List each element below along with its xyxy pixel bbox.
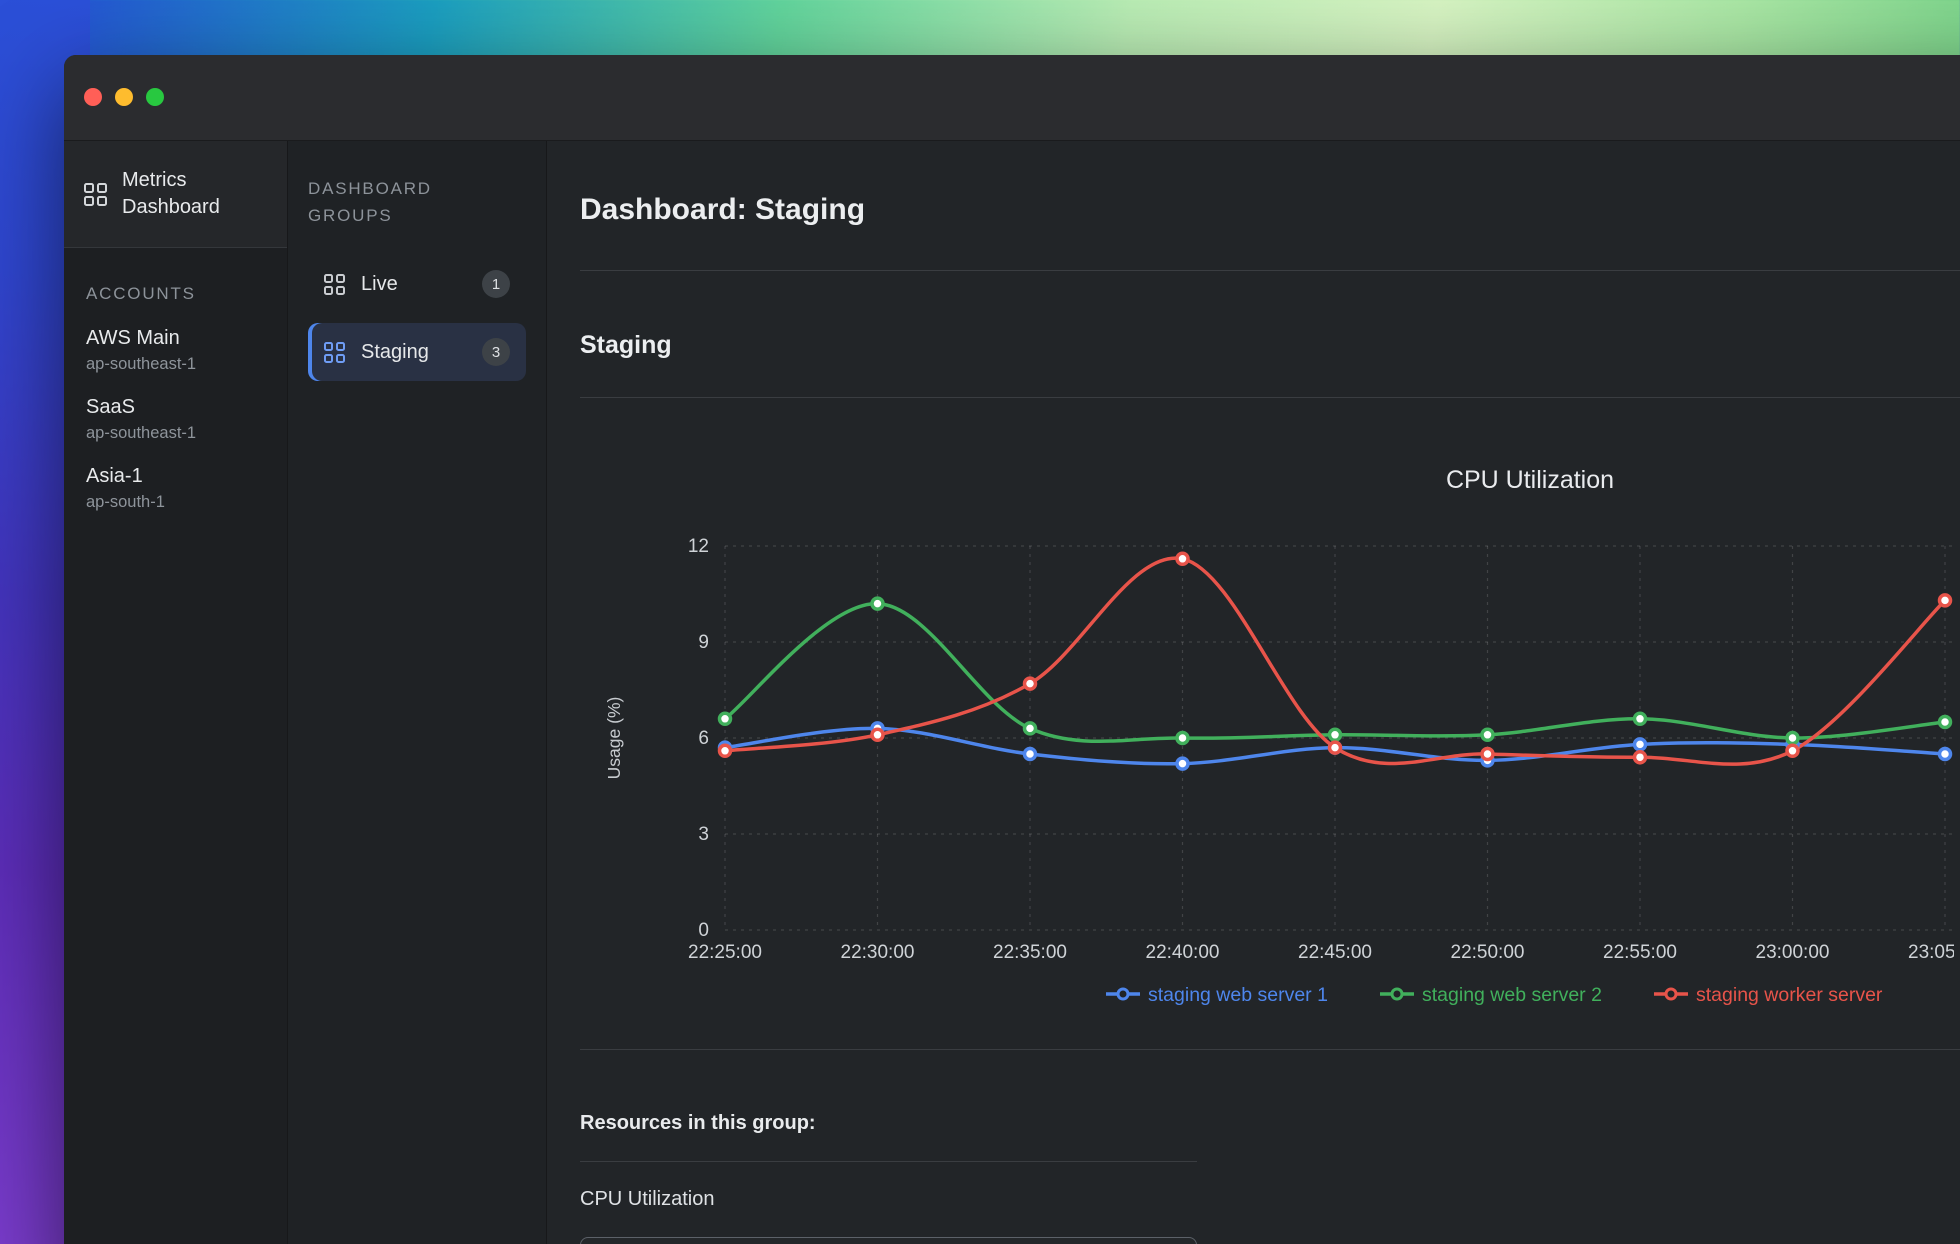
app-title: Metrics Dashboard [122, 167, 242, 221]
dashboard-grid-icon [84, 183, 107, 206]
svg-text:22:45:00: 22:45:00 [1298, 942, 1372, 963]
svg-text:9: 9 [698, 632, 709, 653]
divider [580, 270, 1960, 271]
group-label: Staging [361, 341, 429, 364]
data-point[interactable] [720, 745, 731, 756]
svg-text:Usage (%): Usage (%) [604, 697, 624, 780]
window-body: Metrics Dashboard ACCOUNTS AWS Main ap-s… [64, 141, 1960, 1244]
data-point[interactable] [1025, 723, 1036, 734]
data-point[interactable] [1635, 752, 1646, 763]
divider [580, 1049, 1960, 1050]
minimize-button[interactable] [115, 88, 133, 106]
group-item-staging[interactable]: Staging 3 [308, 323, 526, 381]
app-window: Metrics Dashboard ACCOUNTS AWS Main ap-s… [64, 55, 1960, 1244]
dashboard-groups-panel: DASHBOARD GROUPS Live 1 Staging 3 [288, 141, 547, 1244]
svg-text:22:35:00: 22:35:00 [993, 942, 1067, 963]
accounts-header: ACCOUNTS [64, 248, 287, 316]
divider [580, 397, 1960, 398]
svg-text:23:05:00: 23:05:00 [1908, 942, 1954, 963]
main-content: Dashboard: Staging Staging 0 3 6 9 12 22:25:0… [547, 141, 1960, 1244]
page-title: Dashboard: Staging [580, 193, 1960, 227]
series-line [725, 604, 1945, 742]
legend-item[interactable]: staging web server 1 [1106, 984, 1328, 1006]
data-point[interactable] [1177, 733, 1188, 744]
resource-item-title: CPU Utilization [580, 1188, 1960, 1211]
group-grid-icon [324, 342, 345, 363]
account-name: AWS Main [86, 327, 265, 350]
data-point[interactable] [1787, 733, 1798, 744]
data-point[interactable] [1940, 717, 1951, 728]
group-grid-icon [324, 274, 345, 295]
svg-text:staging worker server: staging worker server [1696, 984, 1883, 1006]
data-point[interactable] [1177, 758, 1188, 769]
data-point[interactable] [872, 598, 883, 609]
data-point[interactable] [1330, 742, 1341, 753]
data-point[interactable] [1025, 749, 1036, 760]
app-home-tile[interactable]: Metrics Dashboard [64, 141, 287, 248]
window-titlebar[interactable] [64, 55, 1960, 141]
svg-text:CPU Utilization: CPU Utilization [1446, 466, 1614, 494]
data-point[interactable] [1940, 595, 1951, 606]
svg-text:3: 3 [698, 824, 709, 845]
svg-text:22:50:00: 22:50:00 [1451, 942, 1525, 963]
group-label: Live [361, 273, 398, 296]
account-region: ap-south-1 [86, 493, 265, 512]
account-region: ap-southeast-1 [86, 424, 265, 443]
data-point[interactable] [1635, 739, 1646, 750]
data-point[interactable] [1177, 553, 1188, 564]
svg-text:12: 12 [688, 536, 709, 557]
svg-text:6: 6 [698, 728, 709, 749]
account-item-aws-main[interactable]: AWS Main ap-southeast-1 [64, 316, 287, 385]
data-point[interactable] [1482, 749, 1493, 760]
zoom-button[interactable] [146, 88, 164, 106]
resources-label: Resources in this group: [580, 1112, 1960, 1135]
data-point[interactable] [1482, 729, 1493, 740]
data-point[interactable] [1787, 745, 1798, 756]
dashboard-groups-header: DASHBOARD GROUPS [308, 141, 458, 229]
data-point[interactable] [872, 729, 883, 740]
group-count-badge: 1 [482, 270, 510, 298]
account-name: SaaS [86, 396, 265, 419]
svg-text:staging web server 1: staging web server 1 [1148, 984, 1328, 1006]
resource-select[interactable]: × [580, 1237, 1197, 1244]
account-item-saas[interactable]: SaaS ap-southeast-1 [64, 385, 287, 454]
data-point[interactable] [1635, 713, 1646, 724]
svg-text:22:30:00: 22:30:00 [841, 942, 915, 963]
legend-item[interactable]: staging worker server [1654, 984, 1883, 1006]
legend-item[interactable]: staging web server 2 [1380, 984, 1602, 1006]
account-item-asia-1[interactable]: Asia-1 ap-south-1 [64, 454, 287, 523]
svg-text:staging web server 2: staging web server 2 [1422, 984, 1602, 1006]
data-point[interactable] [1025, 678, 1036, 689]
group-item-live[interactable]: Live 1 [308, 255, 526, 313]
account-name: Asia-1 [86, 465, 265, 488]
data-point[interactable] [1940, 749, 1951, 760]
cpu-utilization-chart[interactable]: 0 3 6 9 12 22:25:00 22:30:00 22:35:00 22:40:00 22… [580, 442, 1954, 1032]
close-button[interactable] [84, 88, 102, 106]
divider [580, 1161, 1197, 1162]
sidebar: Metrics Dashboard ACCOUNTS AWS Main ap-s… [64, 141, 288, 1244]
data-point[interactable] [720, 713, 731, 724]
data-point[interactable] [1330, 729, 1341, 740]
group-count-badge: 3 [482, 338, 510, 366]
svg-text:0: 0 [698, 920, 709, 941]
svg-text:22:25:00: 22:25:00 [688, 942, 762, 963]
svg-text:22:40:00: 22:40:00 [1146, 942, 1220, 963]
svg-text:23:00:00: 23:00:00 [1756, 942, 1830, 963]
group-section-title: Staging [580, 331, 1960, 360]
traffic-lights [84, 88, 164, 106]
account-region: ap-southeast-1 [86, 355, 265, 374]
svg-text:22:55:00: 22:55:00 [1603, 942, 1677, 963]
